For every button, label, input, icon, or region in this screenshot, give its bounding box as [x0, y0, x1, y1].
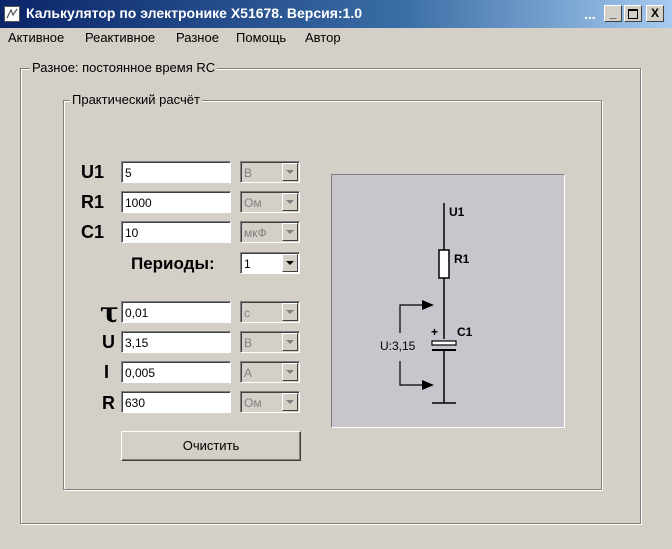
rc-circuit-diagram — [399, 203, 457, 404]
menu-active[interactable]: Активное — [8, 30, 64, 45]
chevron-down-icon[interactable] — [282, 303, 298, 321]
u1-label: U1 — [81, 162, 105, 182]
maximize-icon — [628, 9, 638, 19]
window-title: Калькулятор по электронике X51678. Верси… — [26, 5, 363, 21]
r-label: R — [102, 393, 115, 413]
u-output[interactable]: 3,15 — [121, 331, 231, 353]
chevron-down-icon[interactable] — [282, 254, 298, 272]
menu-misc[interactable]: Разное — [176, 30, 219, 45]
i-label: I — [104, 362, 110, 382]
c1-input[interactable]: 10 — [121, 221, 231, 243]
u-label: U — [102, 332, 115, 352]
periods-label: Периоды: — [131, 254, 215, 273]
r1-input[interactable]: 1000 — [121, 191, 231, 213]
u1-unit-select[interactable]: В — [240, 161, 300, 183]
r-output[interactable]: 630 — [121, 391, 231, 413]
tau-unit-value: с — [244, 306, 250, 320]
chevron-down-icon[interactable] — [282, 333, 298, 351]
u1-unit-value: В — [244, 166, 253, 180]
r-unit-value: Ом — [244, 396, 262, 410]
chevron-down-icon[interactable] — [282, 393, 298, 411]
tau-label: τ — [100, 296, 119, 329]
i-unit-value: А — [244, 366, 253, 380]
c1-label: C1 — [81, 222, 105, 242]
u1-input[interactable]: 5 — [121, 161, 231, 183]
i-output[interactable]: 0,005 — [121, 361, 231, 383]
u1-node-label: U1 — [449, 205, 465, 219]
menu-author[interactable]: Автор — [305, 30, 341, 45]
tau-output[interactable]: 0,01 — [121, 301, 231, 323]
chevron-down-icon[interactable] — [282, 363, 298, 381]
voltage-readout: U:3,15 — [380, 339, 416, 353]
r1-label: R1 — [81, 192, 105, 212]
chevron-down-icon[interactable] — [282, 163, 298, 181]
title-bar[interactable]: Калькулятор по электронике X51678. Верси… — [0, 0, 672, 28]
maximize-button[interactable] — [624, 5, 642, 22]
menu-help[interactable]: Помощь — [236, 30, 286, 45]
periods-select[interactable]: 1 — [240, 252, 300, 274]
r1-node-label: R1 — [454, 252, 470, 266]
chevron-down-icon[interactable] — [282, 193, 298, 211]
close-button[interactable]: X — [646, 5, 664, 22]
r-unit-select[interactable]: Ом — [240, 391, 300, 413]
rc-schematic: U1 R1 C1 + U:3,15 — [331, 174, 565, 428]
app-icon — [4, 6, 20, 22]
chevron-down-icon[interactable] — [282, 223, 298, 241]
outer-group-label: Разное: постоянное время RC — [30, 60, 218, 75]
minimize-button[interactable]: _ — [604, 5, 622, 22]
close-icon: X — [650, 6, 659, 20]
c1-unit-value: мкФ — [244, 226, 267, 240]
inner-group-label: Практический расчёт — [70, 92, 202, 107]
more-indicator: ... — [584, 6, 596, 22]
plus-sign: + — [431, 325, 439, 339]
clear-button[interactable]: Очистить — [121, 431, 301, 461]
r1-unit-value: Ом — [244, 196, 262, 210]
u-unit-value: В — [244, 336, 253, 350]
c1-node-label: C1 — [457, 325, 473, 339]
minimize-icon: _ — [609, 6, 617, 20]
periods-value: 1 — [244, 257, 251, 271]
tau-unit-select[interactable]: с — [240, 301, 300, 323]
menu-reactive[interactable]: Реактивное — [85, 30, 155, 45]
i-unit-select[interactable]: А — [240, 361, 300, 383]
u-unit-select[interactable]: В — [240, 331, 300, 353]
r1-unit-select[interactable]: Ом — [240, 191, 300, 213]
c1-unit-select[interactable]: мкФ — [240, 221, 300, 243]
menu-bar: Активное Реактивное Разное Помощь Автор — [0, 28, 672, 48]
